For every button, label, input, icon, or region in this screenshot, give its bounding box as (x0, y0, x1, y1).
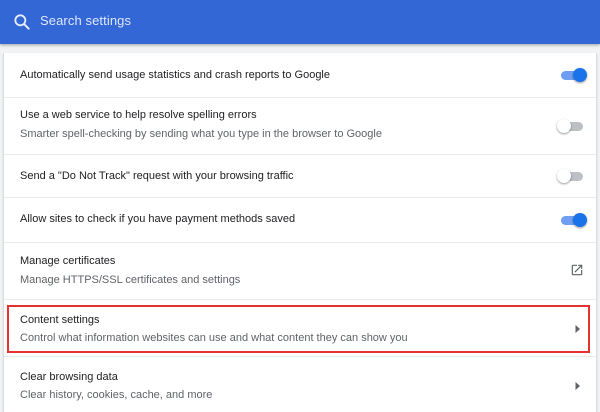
usage-stats-toggle[interactable] (559, 68, 589, 82)
search-icon[interactable] (12, 12, 32, 32)
chevron-right-icon[interactable] (574, 381, 582, 391)
content-settings-row[interactable]: Content settings Control what informatio… (4, 300, 596, 356)
spelling-toggle[interactable] (557, 119, 587, 133)
clear-data-label: Clear browsing data (20, 371, 118, 383)
search-input[interactable]: Search settings (0, 0, 600, 44)
privacy-settings-card: Automatically send usage statistics and … (3, 53, 597, 412)
spelling-row[interactable]: Use a web service to help resolve spelli… (4, 98, 596, 154)
settings-header: Search settings (0, 0, 600, 44)
clear-browsing-data-row[interactable]: Clear browsing data Clear history, cooki… (4, 357, 596, 412)
toggle-knob (573, 213, 587, 227)
content-settings-label: Content settings (20, 314, 100, 326)
clear-data-sublabel: Clear history, cookies, cache, and more (20, 389, 213, 401)
search-placeholder: Search settings (40, 13, 132, 28)
spelling-sublabel: Smarter spell-checking by sending what y… (20, 128, 382, 140)
do-not-track-toggle[interactable] (557, 169, 587, 183)
toggle-knob (557, 119, 571, 133)
certificates-label: Manage certificates (20, 255, 116, 267)
payment-methods-row[interactable]: Allow sites to check if you have payment… (4, 198, 596, 242)
do-not-track-label: Send a "Do Not Track" request with your … (20, 170, 294, 182)
usage-stats-row[interactable]: Automatically send usage statistics and … (4, 53, 596, 97)
spelling-label: Use a web service to help resolve spelli… (20, 109, 257, 121)
certificates-sublabel: Manage HTTPS/SSL certificates and settin… (20, 274, 241, 286)
content-settings-sublabel: Control what information websites can us… (20, 332, 408, 344)
chevron-right-icon[interactable] (574, 324, 582, 334)
manage-certificates-row[interactable]: Manage certificates Manage HTTPS/SSL cer… (4, 243, 596, 299)
toggle-knob (573, 68, 587, 82)
usage-stats-label: Automatically send usage statistics and … (20, 69, 330, 81)
payment-methods-label: Allow sites to check if you have payment… (20, 213, 296, 225)
toggle-knob (557, 169, 571, 183)
do-not-track-row[interactable]: Send a "Do Not Track" request with your … (4, 155, 596, 197)
launch-icon[interactable] (570, 263, 584, 277)
payment-methods-toggle[interactable] (559, 213, 589, 227)
